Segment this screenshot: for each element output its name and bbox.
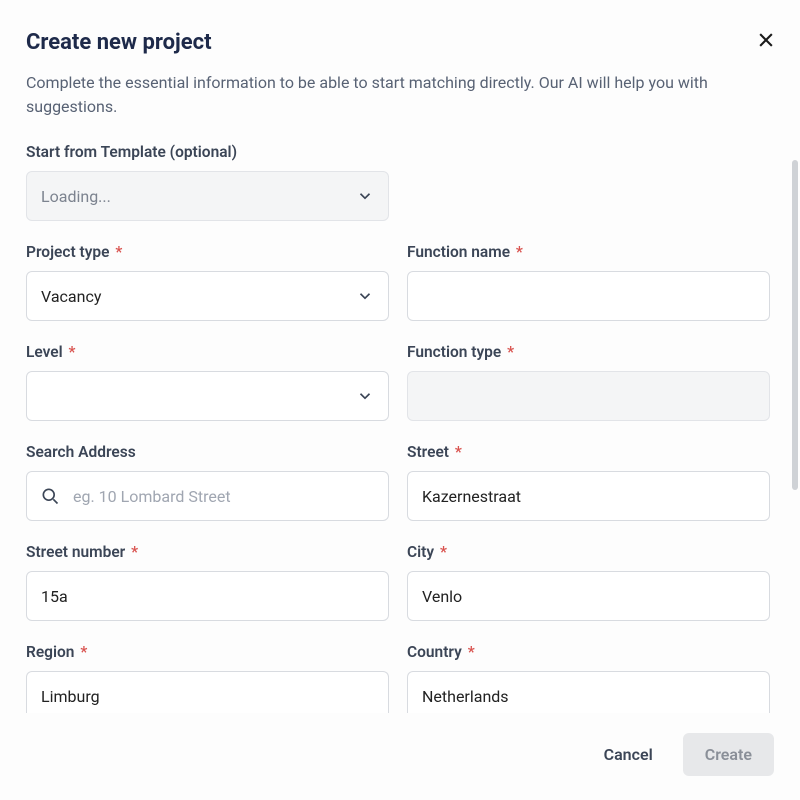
country-label-text: Country <box>407 643 462 661</box>
city-input[interactable] <box>407 571 770 621</box>
required-marker: * <box>507 343 514 361</box>
region-label: Region * <box>26 643 389 661</box>
required-marker: * <box>115 243 122 261</box>
close-icon <box>756 30 776 50</box>
dialog-title: Create new project <box>26 30 212 55</box>
function-type-label-text: Function type <box>407 343 501 361</box>
level-label: Level * <box>26 343 389 361</box>
dialog-subtitle: Complete the essential information to be… <box>26 71 774 119</box>
form-area: Start from Template (optional) Loading..… <box>26 143 774 713</box>
required-marker: * <box>516 243 523 261</box>
function-name-label-text: Function name <box>407 243 510 261</box>
required-marker: * <box>131 543 138 561</box>
dialog-header: Create new project <box>26 30 774 57</box>
required-marker: * <box>69 343 76 361</box>
template-select[interactable]: Loading... <box>26 171 389 221</box>
create-project-dialog: Create new project Complete the essentia… <box>0 0 800 800</box>
project-type-label-text: Project type <box>26 243 109 261</box>
create-button[interactable]: Create <box>683 733 774 776</box>
project-type-label: Project type * <box>26 243 389 261</box>
function-type-field <box>407 371 770 421</box>
cancel-button[interactable]: Cancel <box>586 733 671 776</box>
chevron-down-icon <box>356 187 374 205</box>
street-label: Street * <box>407 443 770 461</box>
search-address-label: Search Address <box>26 443 389 461</box>
template-label: Start from Template (optional) <box>26 143 389 161</box>
required-marker: * <box>468 643 475 661</box>
project-type-select[interactable]: Vacancy <box>26 271 389 321</box>
search-icon <box>40 486 60 506</box>
required-marker: * <box>440 543 447 561</box>
country-label: Country * <box>407 643 770 661</box>
street-input[interactable] <box>407 471 770 521</box>
chevron-down-icon <box>356 387 374 405</box>
chevron-down-icon <box>356 287 374 305</box>
dialog-footer: Cancel Create <box>26 713 774 800</box>
required-marker: * <box>455 443 462 461</box>
search-address-input[interactable] <box>26 471 389 521</box>
required-marker: * <box>80 643 87 661</box>
template-value: Loading... <box>41 187 111 206</box>
level-select[interactable] <box>26 371 389 421</box>
project-type-value: Vacancy <box>41 287 101 306</box>
region-input[interactable] <box>26 671 389 713</box>
street-number-input[interactable] <box>26 571 389 621</box>
city-label: City * <box>407 543 770 561</box>
level-label-text: Level <box>26 343 63 361</box>
street-label-text: Street <box>407 443 449 461</box>
function-type-label: Function type * <box>407 343 770 361</box>
country-input[interactable] <box>407 671 770 713</box>
function-name-label: Function name * <box>407 243 770 261</box>
close-button[interactable] <box>752 26 780 57</box>
region-label-text: Region <box>26 643 74 661</box>
function-name-input[interactable] <box>407 271 770 321</box>
street-number-label-text: Street number <box>26 543 125 561</box>
city-label-text: City <box>407 543 434 561</box>
street-number-label: Street number * <box>26 543 389 561</box>
scrollbar-thumb[interactable] <box>792 160 798 490</box>
